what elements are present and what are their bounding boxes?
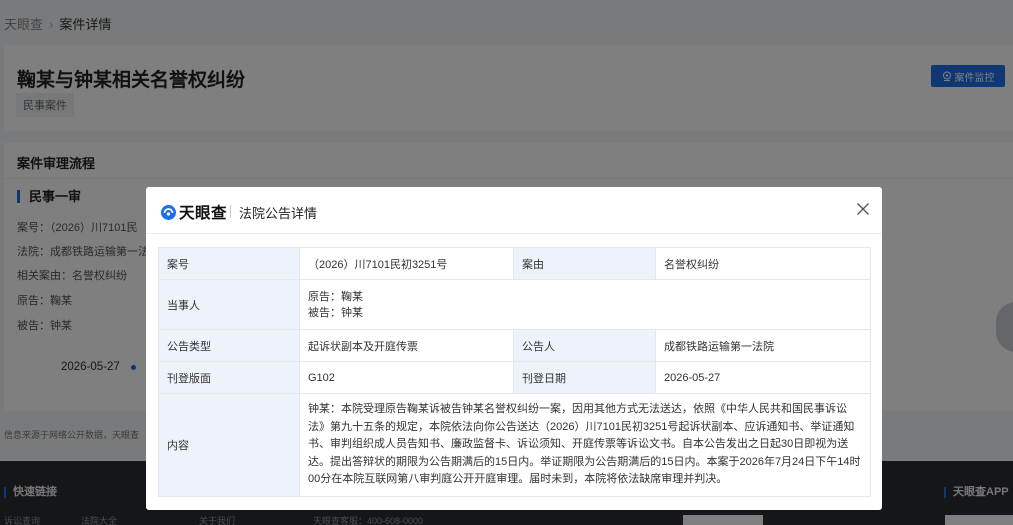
page-label: 刊登版面 bbox=[158, 361, 300, 394]
header-divider bbox=[230, 205, 231, 218]
notice-type-label: 公告类型 bbox=[158, 329, 300, 362]
parties-value: 原告：鞠某 被告：钟某 bbox=[299, 279, 871, 330]
notice-detail-table: 案号 （2026）川7101民初3251号 案由 名誉权纠纷 当事人 原告：鞠某… bbox=[158, 247, 871, 497]
parties-label: 当事人 bbox=[158, 279, 300, 330]
modal-header: 天眼查 法院公告详情 bbox=[146, 187, 882, 234]
table-row: 案号 （2026）川7101民初3251号 案由 名誉权纠纷 bbox=[158, 247, 871, 280]
close-icon bbox=[857, 203, 869, 215]
close-button[interactable] bbox=[855, 201, 871, 217]
publish-date-value: 2026-05-27 bbox=[655, 361, 871, 394]
table-row: 公告类型 起诉状副本及开庭传票 公告人 成都铁路运输第一法院 bbox=[158, 329, 871, 362]
tianyancha-logo: 天眼查 bbox=[160, 201, 227, 223]
content-value: 钟某：本院受理原告鞠某诉被告钟某名誉权纠纷一案，因用其他方式无法送达，依照《中华… bbox=[299, 393, 871, 497]
defendant-value: 被告：钟某 bbox=[308, 306, 363, 319]
table-row: 当事人 原告：鞠某 被告：钟某 bbox=[158, 279, 871, 330]
logo-text: 天眼查 bbox=[179, 205, 228, 222]
content-label: 内容 bbox=[158, 393, 300, 497]
tianyancha-logo-icon bbox=[161, 204, 176, 220]
notice-type-value: 起诉状副本及开庭传票 bbox=[299, 329, 514, 362]
plaintiff-value: 原告：鞠某 bbox=[308, 290, 363, 303]
publish-date-label: 刊登日期 bbox=[513, 361, 656, 394]
cause-value: 名誉权纠纷 bbox=[655, 247, 871, 280]
court-notice-modal: 天眼查 法院公告详情 案号 （2026）川7101民初3251号 案由 名誉权纠… bbox=[146, 187, 882, 510]
modal-title: 法院公告详情 bbox=[239, 206, 318, 221]
case-no-label: 案号 bbox=[158, 247, 300, 280]
cause-label: 案由 bbox=[513, 247, 656, 280]
announcer-value: 成都铁路运输第一法院 bbox=[655, 329, 871, 362]
table-row: 刊登版面 G102 刊登日期 2026-05-27 bbox=[158, 361, 871, 394]
announcer-label: 公告人 bbox=[513, 329, 656, 362]
case-no-value: （2026）川7101民初3251号 bbox=[299, 247, 514, 280]
page-value: G102 bbox=[299, 361, 514, 394]
table-row: 内容 钟某：本院受理原告鞠某诉被告钟某名誉权纠纷一案，因用其他方式无法送达，依照… bbox=[158, 393, 871, 497]
